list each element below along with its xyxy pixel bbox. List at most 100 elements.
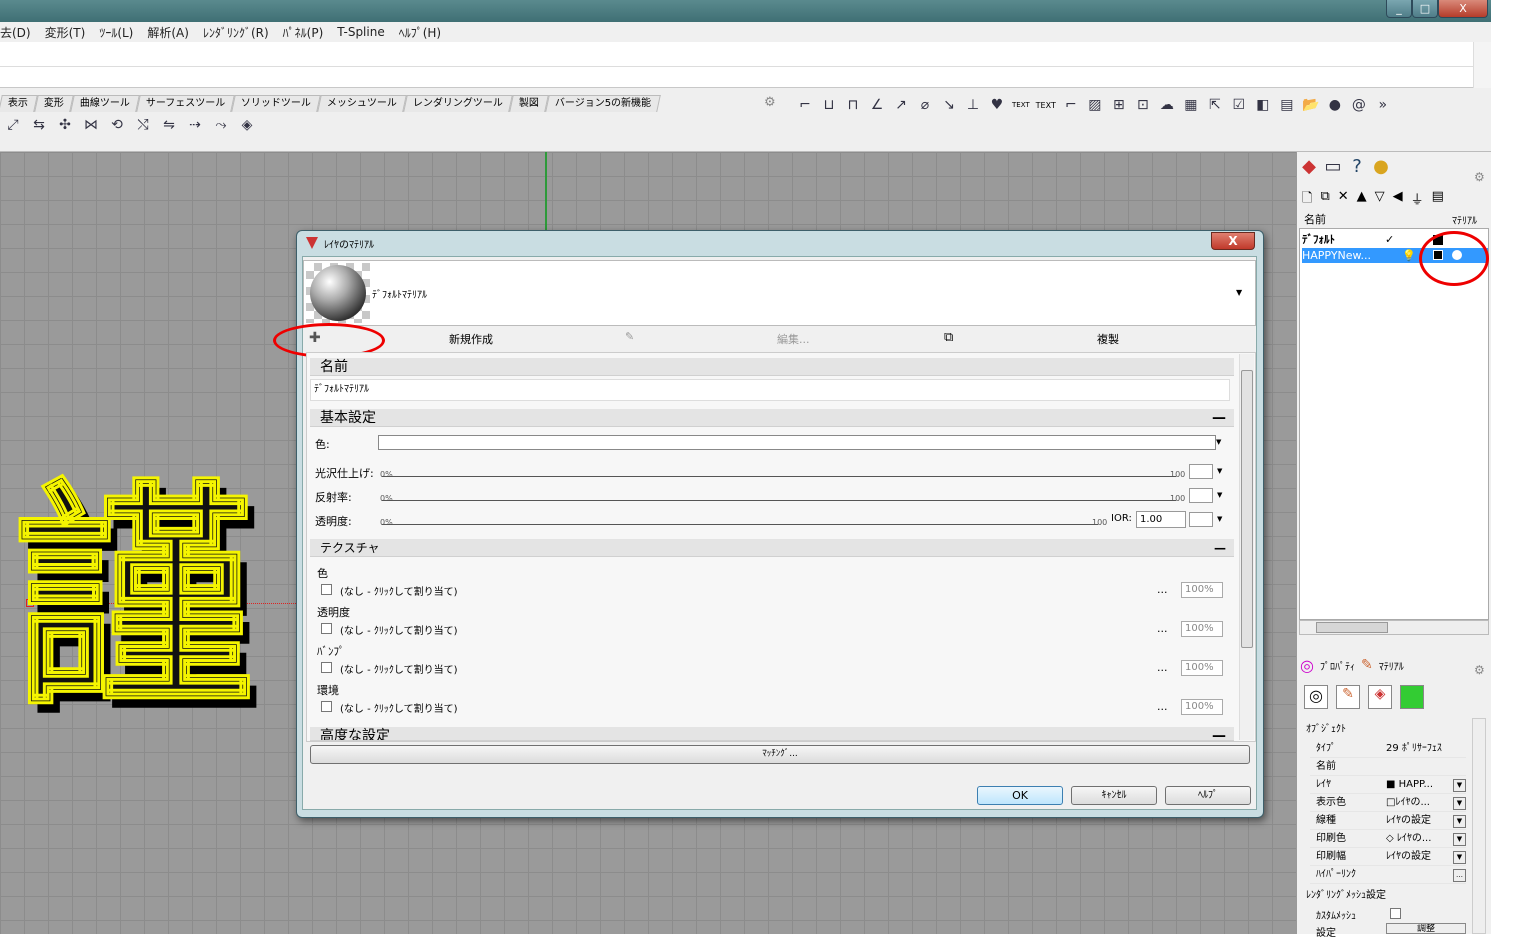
reflect-slider[interactable] bbox=[382, 487, 1176, 501]
menu-render[interactable]: ﾚﾝﾀﾞﾘﾝｸﾞ(R) bbox=[203, 24, 269, 41]
tex-bump-amount[interactable]: 100% bbox=[1181, 660, 1223, 676]
new-layer-icon[interactable]: 🗋 bbox=[1302, 189, 1312, 211]
dimension-icon[interactable]: ⌐ bbox=[796, 96, 814, 114]
bulb-icon[interactable]: 💡 bbox=[1402, 248, 1416, 263]
hatch-icon[interactable]: ▨ bbox=[1086, 96, 1104, 114]
command-history[interactable] bbox=[0, 42, 1491, 88]
tab-transform[interactable]: 変形 bbox=[34, 95, 74, 112]
tab-curve-tools[interactable]: 曲線ツール bbox=[70, 95, 140, 112]
menu-panels[interactable]: ﾊﾟﾈﾙ(P) bbox=[283, 24, 324, 41]
grid-icon[interactable]: ▦ bbox=[1182, 96, 1200, 114]
dim-diameter-icon[interactable]: ⌀ bbox=[916, 96, 934, 114]
tex-color-browse[interactable]: ... bbox=[1157, 583, 1168, 596]
prop-layer[interactable]: ﾚｲﾔ ■ HAPP... ▼ bbox=[1310, 776, 1466, 794]
dim-radius-icon[interactable]: ↗ bbox=[892, 96, 910, 114]
check-icon[interactable]: ☑ bbox=[1230, 96, 1248, 114]
tex-color-slot[interactable]: (なし - ｸﾘｯｸして割り当て) bbox=[340, 583, 457, 598]
menu-tools[interactable]: ﾂｰﾙ(L) bbox=[99, 24, 133, 41]
properties-scrollbar[interactable] bbox=[1472, 718, 1486, 934]
tex-transp-slot[interactable]: (なし - ｸﾘｯｸして割り当て) bbox=[340, 622, 457, 637]
layout-icon[interactable]: ▤ bbox=[1278, 96, 1296, 114]
texture-page-icon[interactable]: ◈ bbox=[1368, 685, 1392, 709]
block-icon[interactable]: ⊞ bbox=[1110, 96, 1128, 114]
mirror-icon[interactable]: ⇋ bbox=[160, 116, 178, 134]
menu-transform[interactable]: 変形(T) bbox=[45, 24, 86, 41]
move-down-icon[interactable]: ▽ bbox=[1375, 189, 1385, 211]
export-icon[interactable]: ⇱ bbox=[1206, 96, 1224, 114]
dim-angle-icon[interactable]: ∠ bbox=[868, 96, 886, 114]
arrow-icon[interactable]: ⤢ bbox=[4, 116, 22, 134]
mesh-adjust-button[interactable]: 調整 bbox=[1386, 923, 1466, 934]
prop-hyperlink[interactable]: ﾊｲﾊﾟｰﾘﾝｸ… bbox=[1310, 866, 1466, 884]
properties-gear-icon[interactable]: ⚙ bbox=[1474, 663, 1485, 677]
duplicate-icon[interactable]: ⧉ bbox=[944, 330, 953, 345]
dialog-close-button[interactable]: X bbox=[1211, 232, 1255, 250]
gloss-color[interactable] bbox=[1189, 464, 1213, 479]
tab-mesh-tools[interactable]: メッシュツール bbox=[317, 95, 408, 112]
command-scrollbar[interactable] bbox=[1473, 42, 1491, 88]
new-sublayer-icon[interactable]: ⧉ bbox=[1320, 189, 1329, 211]
detail-icon[interactable]: ⊡ bbox=[1134, 96, 1152, 114]
tab-display[interactable]: 表示 bbox=[0, 95, 38, 112]
folder-icon[interactable]: 📂 bbox=[1302, 96, 1320, 114]
maximize-button[interactable]: □ bbox=[1412, 0, 1438, 18]
material-name-input[interactable]: ﾃﾞﾌｫﾙﾄﾏﾃﾘｱﾙ bbox=[310, 379, 1230, 401]
menu-analyze[interactable]: 解析(A) bbox=[147, 24, 189, 41]
gumball-icon[interactable]: ✣ bbox=[56, 116, 74, 134]
custom-mesh-checkbox[interactable] bbox=[1390, 908, 1401, 919]
ok-button[interactable]: OK bbox=[977, 786, 1063, 805]
transparency-slider[interactable] bbox=[382, 511, 1098, 525]
leader-icon[interactable]: ↘ bbox=[940, 96, 958, 114]
swirl-icon[interactable]: @ bbox=[1350, 96, 1368, 114]
duplicate-material-button[interactable]: 複製 bbox=[1097, 331, 1119, 347]
dim-vertical-icon[interactable]: ⊓ bbox=[844, 96, 862, 114]
material-dropdown-arrow[interactable]: ▼ bbox=[1236, 288, 1242, 297]
bend-icon[interactable]: ⤳ bbox=[212, 116, 230, 134]
twist-icon[interactable]: ⤭ bbox=[134, 116, 152, 134]
tex-env-checkbox[interactable] bbox=[321, 701, 332, 712]
menu-tspline[interactable]: T-Spline bbox=[337, 25, 384, 39]
tab-surface-tools[interactable]: サーフェスツール bbox=[136, 95, 236, 112]
cage-icon[interactable]: ◈ bbox=[238, 116, 256, 134]
tex-color-checkbox[interactable] bbox=[321, 584, 332, 595]
tex-color-amount[interactable]: 100% bbox=[1181, 582, 1223, 598]
matching-button[interactable]: ﾏｯﾁﾝｸﾞ... bbox=[310, 745, 1250, 764]
dim-horizontal-icon[interactable]: ⊔ bbox=[820, 96, 838, 114]
cube-icon[interactable]: ◧ bbox=[1254, 96, 1272, 114]
layers-tab-icon[interactable]: ◆ bbox=[1300, 158, 1318, 176]
transparency-color[interactable] bbox=[1189, 512, 1213, 527]
tex-bump-slot[interactable]: (なし - ｸﾘｯｸして割り当て) bbox=[340, 661, 457, 676]
3d-text-object[interactable]: 謹 bbox=[13, 469, 304, 732]
layer-hscrollbar[interactable] bbox=[1299, 620, 1489, 635]
color-dropdown[interactable]: ▼ bbox=[1216, 438, 1221, 446]
reflect-dropdown[interactable]: ▼ bbox=[1217, 491, 1222, 499]
panel-gear-icon[interactable]: ⚙ bbox=[1474, 170, 1485, 184]
move-up-icon[interactable]: ▲ bbox=[1357, 189, 1367, 211]
basic-section-header[interactable]: 基本設定 — bbox=[310, 409, 1234, 427]
cloud-icon[interactable]: ☁ bbox=[1158, 96, 1176, 114]
help-tab-icon[interactable]: ? bbox=[1348, 158, 1366, 176]
tex-env-amount[interactable]: 100% bbox=[1181, 699, 1223, 715]
prop-print-color[interactable]: 印刷色 ◇ ﾚｲﾔの... ▼ bbox=[1310, 830, 1466, 848]
text-tool-2[interactable]: TEXT bbox=[1036, 101, 1056, 110]
move-left-icon[interactable]: ◀ bbox=[1393, 189, 1403, 211]
tex-env-slot[interactable]: (なし - ｸﾘｯｸして割り当て) bbox=[340, 700, 457, 715]
more-icon[interactable]: » bbox=[1374, 96, 1392, 114]
prop-print-width[interactable]: 印刷幅 ﾚｲﾔの設定 ▼ bbox=[1310, 848, 1466, 866]
material-selector[interactable] bbox=[303, 260, 1256, 326]
tab-render-tools[interactable]: レンダリングツール bbox=[403, 95, 514, 112]
object-page-icon[interactable]: ◎ bbox=[1304, 685, 1328, 709]
green-page-icon[interactable] bbox=[1400, 685, 1424, 709]
menu-edit[interactable]: 去(D) bbox=[0, 24, 31, 41]
filter-icon[interactable]: ⏚ bbox=[1411, 189, 1424, 211]
sphere-icon[interactable]: ● bbox=[1326, 96, 1344, 114]
orient-icon[interactable]: ⟲ bbox=[108, 116, 126, 134]
gloss-dropdown[interactable]: ▼ bbox=[1217, 467, 1222, 475]
material-page-icon[interactable]: ✎ bbox=[1336, 685, 1360, 709]
tab-material[interactable]: ﾏﾃﾘｱﾙ bbox=[1379, 658, 1404, 673]
layer-options-icon[interactable]: ▤ bbox=[1432, 189, 1444, 211]
prop-name[interactable]: 名前 bbox=[1310, 758, 1466, 776]
array-icon[interactable]: ⋈ bbox=[82, 116, 100, 134]
tex-transp-checkbox[interactable] bbox=[321, 623, 332, 634]
tab-properties[interactable]: ﾌﾟﾛﾊﾟﾃｨ bbox=[1320, 658, 1355, 673]
